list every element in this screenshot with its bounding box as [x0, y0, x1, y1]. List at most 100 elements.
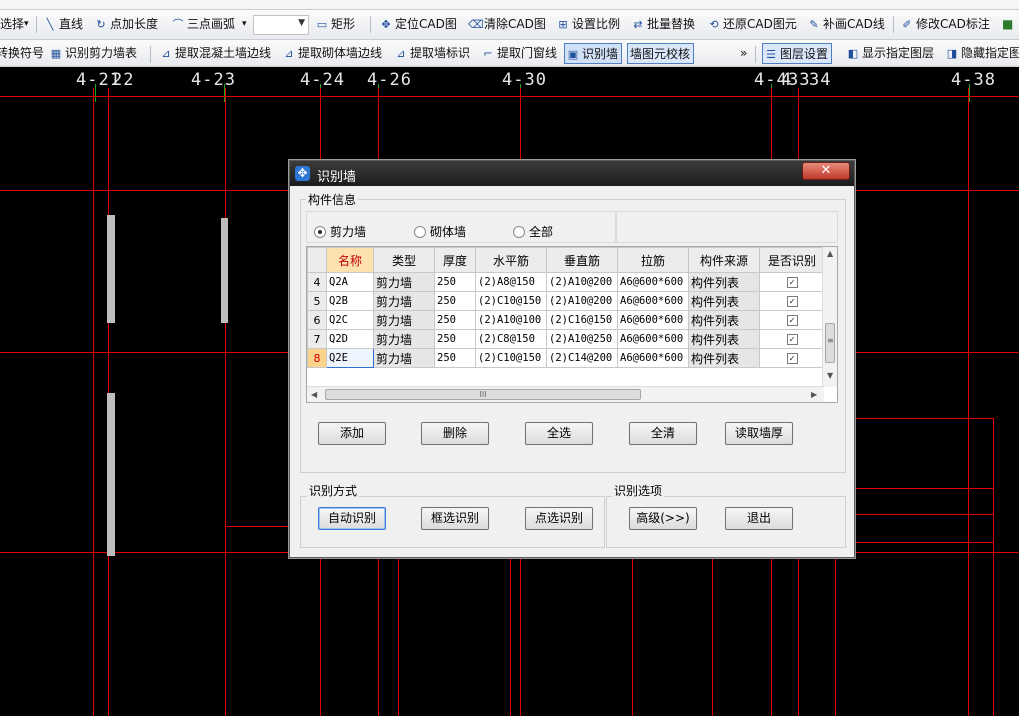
cell-horizontal[interactable]: (2)A10@100 — [475, 310, 547, 330]
cell-tie[interactable]: A6@600*600 — [617, 348, 689, 368]
cell-recognize[interactable]: ✓ — [759, 291, 825, 311]
cell-name[interactable]: Q2D — [326, 329, 374, 349]
scroll-up-icon[interactable]: ▲ — [827, 249, 833, 258]
layer-settings-button[interactable]: ☰ 图层设置 — [762, 43, 833, 64]
three-point-arc-button[interactable]: ⌒ 三点画弧 — [170, 14, 236, 35]
cell-vertical[interactable]: (2)A10@250 — [546, 329, 618, 349]
exit-button[interactable]: 退出 — [725, 507, 793, 530]
cell-thickness[interactable]: 250 — [434, 348, 476, 368]
delete-button[interactable]: 删除 — [421, 422, 489, 445]
cell-source[interactable]: 构件列表 — [688, 291, 760, 311]
cell-type[interactable]: 剪力墙 — [373, 291, 435, 311]
table-row[interactable]: 8 Q2E 剪力墙 250 (2)C10@150 (2)C14@200 A6@600*600… — [307, 348, 825, 368]
clear-cad-button[interactable]: ⌫ 清除CAD图 — [467, 14, 546, 35]
cell-source[interactable]: 构件列表 — [688, 348, 760, 368]
row-number[interactable]: 8 — [307, 348, 327, 368]
point-length-button[interactable]: ↻ 点加长度 — [93, 14, 158, 35]
rectangle-button[interactable]: ▭ 矩形 — [314, 14, 355, 35]
row-number[interactable]: 6 — [307, 310, 327, 330]
clear-all-button[interactable]: 全清 — [629, 422, 697, 445]
cell-recognize[interactable]: ✓ — [759, 329, 825, 349]
close-button[interactable]: ✕ — [802, 162, 850, 180]
advanced-button[interactable]: 高级(>>) — [629, 507, 697, 530]
cell-type[interactable]: 剪力墙 — [373, 329, 435, 349]
wall-element[interactable] — [107, 215, 115, 323]
scroll-thumb[interactable]: III — [325, 389, 641, 400]
cell-recognize[interactable]: ✓ — [759, 310, 825, 330]
show-layer-button[interactable]: ◧ 显示指定图层 — [845, 43, 934, 64]
extract-wall-mark-button[interactable]: ⊿ 提取墙标识 — [393, 43, 470, 64]
cell-horizontal[interactable]: (2)C10@150 — [475, 348, 547, 368]
read-wall-thickness-button[interactable]: 读取墙厚 — [725, 422, 793, 445]
cell-type[interactable]: 剪力墙 — [373, 348, 435, 368]
table-vertical-scrollbar[interactable]: ▲ ≡ ▼ — [822, 247, 837, 387]
extract-concrete-wall-edge-button[interactable]: ⊿ 提取混凝土墙边线 — [158, 43, 271, 64]
cell-name[interactable]: Q2B — [326, 291, 374, 311]
column-header[interactable]: 垂直筋 — [546, 247, 618, 273]
table-row[interactable]: 4 Q2A 剪力墙 250 (2)A8@150 (2)A10@200 A6@600*600 构… — [307, 272, 825, 292]
wall-check-button[interactable]: 墙图元校核 — [627, 43, 695, 64]
convert-symbol-button[interactable]: 转换符号 — [0, 43, 44, 64]
column-header[interactable]: 厚度 — [434, 247, 476, 273]
arc-dropdown-icon[interactable]: ▾ — [240, 14, 247, 35]
row-number[interactable]: 5 — [307, 291, 327, 311]
cell-thickness[interactable]: 250 — [434, 329, 476, 349]
cell-tie[interactable]: A6@600*600 — [617, 329, 689, 349]
batch-replace-button[interactable]: ⇄ 批量替换 — [630, 14, 695, 35]
cell-vertical[interactable]: (2)C14@200 — [546, 348, 618, 368]
scroll-thumb[interactable]: ≡ — [825, 323, 835, 363]
column-header[interactable]: 构件来源 — [688, 247, 760, 273]
radio-shear-wall[interactable]: 剪力墙 — [314, 224, 366, 240]
radio-all[interactable]: 全部 — [513, 224, 553, 240]
table-horizontal-scrollbar[interactable]: ◀ III ▶ — [307, 386, 824, 402]
cell-vertical[interactable]: (2)C16@150 — [546, 310, 618, 330]
recognize-checkbox[interactable]: ✓ — [786, 296, 798, 307]
cell-name[interactable]: Q2E — [326, 348, 374, 368]
recognize-checkbox[interactable]: ✓ — [786, 315, 798, 326]
cell-source[interactable]: 构件列表 — [688, 310, 760, 330]
modify-cad-label-button[interactable]: ✐ 修改CAD标注 — [899, 14, 989, 35]
cell-thickness[interactable]: 250 — [434, 291, 476, 311]
add-button[interactable]: 添加 — [318, 422, 386, 445]
restore-cad-button[interactable]: ⟲ 还原CAD图元 — [706, 14, 796, 35]
cell-thickness[interactable]: 250 — [434, 310, 476, 330]
column-header[interactable]: 拉筋 — [617, 247, 689, 273]
recognize-checkbox[interactable]: ✓ — [786, 353, 798, 364]
select-dropdown-icon[interactable]: ▾ — [22, 14, 29, 35]
cell-recognize[interactable]: ✓ — [759, 348, 825, 368]
cell-horizontal[interactable]: (2)A8@150 — [475, 272, 547, 292]
cell-vertical[interactable]: (2)A10@200 — [546, 272, 618, 292]
point-select-recognize-button[interactable]: 点选识别 — [525, 507, 593, 530]
cell-horizontal[interactable]: (2)C8@150 — [475, 329, 547, 349]
scroll-right-icon[interactable]: ▶ — [811, 390, 817, 399]
radio-masonry-wall[interactable]: 砌体墙 — [414, 224, 466, 240]
dialog-title-bar[interactable]: ✥ 识别墙 ✕ — [290, 161, 854, 186]
box-select-recognize-button[interactable]: 框选识别 — [421, 507, 489, 530]
wall-element[interactable] — [107, 393, 115, 556]
cell-vertical[interactable]: (2)A10@200 — [546, 291, 618, 311]
wall-element[interactable] — [221, 218, 228, 323]
table-row[interactable]: 7 Q2D 剪力墙 250 (2)C8@150 (2)A10@250 A6@600*600 构… — [307, 329, 825, 349]
set-scale-button[interactable]: ⊞ 设置比例 — [555, 14, 620, 35]
table-row[interactable]: 5 Q2B 剪力墙 250 (2)C10@150 (2)A10@200 A6@600*600… — [307, 291, 825, 311]
cell-horizontal[interactable]: (2)C10@150 — [475, 291, 547, 311]
cell-thickness[interactable]: 250 — [434, 272, 476, 292]
column-header[interactable]: 水平筋 — [475, 247, 547, 273]
recognize-shear-wall-table-button[interactable]: ▦ 识别剪力墙表 — [48, 43, 137, 64]
select-all-button[interactable]: 全选 — [525, 422, 593, 445]
cell-source[interactable]: 构件列表 — [688, 272, 760, 292]
toolbar-overflow-button[interactable]: » — [738, 43, 747, 64]
scroll-down-icon[interactable]: ▼ — [827, 371, 833, 380]
recognize-wall-button[interactable]: ▣ 识别墙 — [564, 43, 623, 64]
cell-type[interactable]: 剪力墙 — [373, 272, 435, 292]
cell-tie[interactable]: A6@600*600 — [617, 310, 689, 330]
scroll-left-icon[interactable]: ◀ — [311, 390, 317, 399]
recognize-checkbox[interactable]: ✓ — [786, 334, 798, 345]
cell-name[interactable]: Q2A — [326, 272, 374, 292]
column-header[interactable]: 是否识别 — [759, 247, 825, 273]
line-button[interactable]: ╲ 直线 — [42, 14, 83, 35]
locate-cad-button[interactable]: ✥ 定位CAD图 — [378, 14, 456, 35]
cell-type[interactable]: 剪力墙 — [373, 310, 435, 330]
cell-source[interactable]: 构件列表 — [688, 329, 760, 349]
column-header[interactable]: 名称 — [326, 247, 374, 273]
